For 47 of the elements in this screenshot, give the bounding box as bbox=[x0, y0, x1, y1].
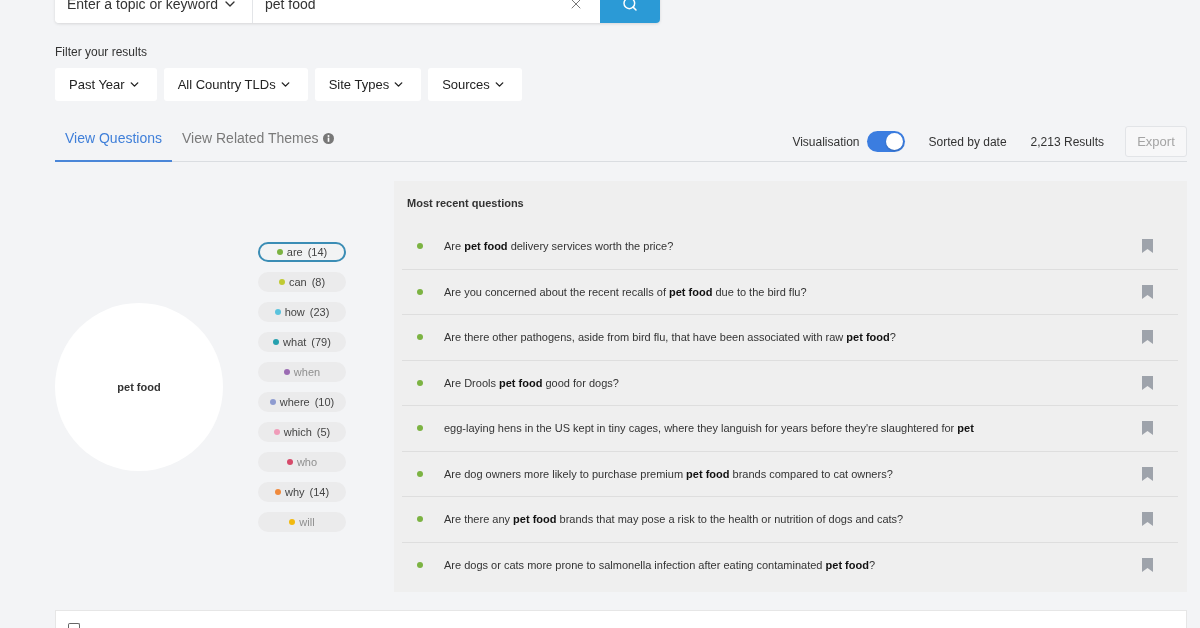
filter-dropdown[interactable]: Sources bbox=[428, 68, 522, 101]
bookmark-icon[interactable] bbox=[1142, 421, 1153, 436]
question-text: Are there other pathogens, aside from bird flu, that have been associated with raw pet food? bbox=[444, 331, 897, 344]
question-text: Are there any pet food brands that may pose a risk to the health or nutrition of dogs and cats? bbox=[444, 513, 905, 526]
tab[interactable]: View Questions bbox=[55, 118, 172, 162]
bookmark-icon[interactable] bbox=[1142, 558, 1153, 573]
topic-bubble: pet food bbox=[55, 302, 223, 471]
bookmark-icon[interactable] bbox=[1142, 239, 1153, 254]
question-text: Are dogs or cats more prone to salmonella infection after eating contaminated pet food? bbox=[444, 559, 877, 572]
bookmark-icon[interactable] bbox=[1142, 284, 1153, 299]
question-row[interactable]: Are Drools pet food good for dogs? bbox=[402, 360, 1178, 406]
checkbox[interactable] bbox=[68, 623, 80, 628]
question-row[interactable]: Are dogs or cats more prone to salmonella infection after eating contaminated pet food? bbox=[402, 542, 1178, 588]
question-row[interactable]: egg-laying hens in the US kept in tiny cages, where they languish for years before they're slaughtered for pet bbox=[402, 406, 1178, 452]
filter-dropdown[interactable]: All Country TLDs bbox=[163, 68, 308, 101]
question-word-chip[interactable]: which (5) bbox=[258, 421, 346, 442]
question-word-chip[interactable]: what (79) bbox=[258, 331, 346, 352]
bookmark-icon[interactable] bbox=[1142, 512, 1153, 527]
bookmark-icon[interactable] bbox=[1142, 375, 1153, 390]
question-text: egg-laying hens in the US kept in tiny cages, where they languish for years before they're slaughtered for pet bbox=[444, 422, 975, 435]
toggle-switch[interactable] bbox=[866, 131, 905, 152]
question-row[interactable]: Are there any pet food brands that may pose a risk to the health or nutrition of dogs and cats? bbox=[402, 497, 1178, 543]
results-count: 2,213 Results bbox=[1030, 134, 1104, 149]
question-text: Are Drools pet food good for dogs? bbox=[444, 376, 620, 389]
visualisation-label: Visualisation bbox=[792, 134, 860, 149]
question-word-chip[interactable]: are (14) bbox=[258, 241, 346, 262]
tab[interactable]: View Related Themes bbox=[172, 118, 345, 162]
question-word-chip[interactable]: why (14) bbox=[258, 481, 346, 502]
filter-dropdown[interactable]: Site Types bbox=[314, 68, 422, 101]
question-text: Are you concerned about the recent recalls of pet food due to the bird flu? bbox=[444, 285, 808, 298]
bookmark-icon[interactable] bbox=[1142, 330, 1153, 345]
panel-title: Most recent questions bbox=[406, 196, 525, 210]
search-icon bbox=[622, 0, 638, 12]
question-row[interactable]: Are there other pathogens, aside from bird flu, that have been associated with raw pet food? bbox=[402, 315, 1178, 361]
question-word-chip[interactable]: can (8) bbox=[258, 271, 346, 292]
filter-label: Filter your results bbox=[55, 45, 149, 59]
filter-dropdown[interactable]: Past Year bbox=[55, 68, 157, 101]
info-icon bbox=[323, 132, 335, 144]
question-row[interactable]: Are dog owners more likely to purchase premium pet food brands compared to cat owners? bbox=[402, 451, 1178, 497]
bookmark-icon[interactable] bbox=[1142, 466, 1153, 481]
question-word-chip[interactable]: how (23) bbox=[258, 301, 346, 322]
sort-label: Sorted by date bbox=[928, 134, 1007, 149]
question-row[interactable]: Are you concerned about the recent recalls of pet food due to the bird flu? bbox=[402, 269, 1178, 315]
question-word-chip[interactable]: where (10) bbox=[258, 391, 346, 412]
question-text: Are dog owners more likely to purchase premium pet food brands compared to cat owners? bbox=[444, 467, 894, 480]
question-row[interactable]: Are pet food delivery services worth the price? bbox=[402, 224, 1178, 270]
question-text: Are pet food delivery services worth the price? bbox=[444, 240, 675, 253]
